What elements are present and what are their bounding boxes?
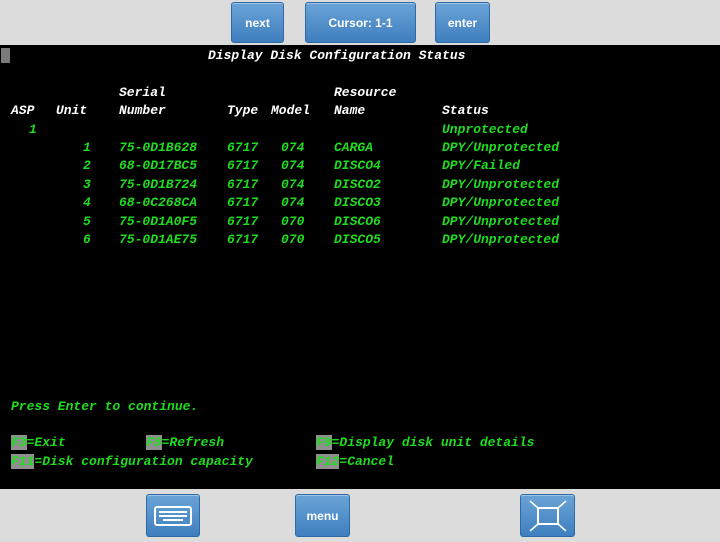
fkey-disk-capacity[interactable]: F11=Disk configuration capacity [11, 454, 253, 470]
fkey-display-details[interactable]: F9=Display disk unit details [316, 435, 534, 451]
row-type: 6717 [227, 195, 259, 210]
next-button[interactable]: next [231, 2, 284, 43]
header-resource-2: Name [334, 103, 366, 118]
row-model: 070 [281, 232, 305, 247]
row-model: 074 [281, 158, 305, 173]
fkey-label: F5 [146, 435, 162, 450]
fkey-label: F9 [316, 435, 332, 450]
row-model: 074 [281, 140, 305, 155]
screen-title: Display Disk Configuration Status [208, 48, 466, 63]
fkey-refresh[interactable]: F5=Refresh [146, 435, 224, 451]
row-model: 070 [281, 214, 305, 229]
header-status: Status [442, 103, 489, 118]
row-status: DPY/Unprotected [442, 232, 560, 247]
header-model: Model [271, 103, 311, 118]
header-asp: ASP [11, 103, 35, 118]
row-unit: 4 [83, 195, 91, 210]
fkey-label: F11 [11, 454, 35, 469]
row-status: DPY/Unprotected [442, 195, 560, 210]
fullscreen-icon [529, 499, 566, 532]
row-serial: 68-0C268CA [119, 195, 198, 210]
enter-button[interactable]: enter [435, 2, 490, 43]
row-unit: 5 [83, 214, 91, 229]
cursor-position-button[interactable]: Cursor: 1-1 [305, 2, 416, 43]
row-resource: DISCO2 [334, 177, 381, 192]
asp-status: Unprotected [442, 122, 528, 137]
fkey-text: =Exit [26, 435, 66, 450]
header-serial-1: Serial [119, 85, 166, 100]
row-status: DPY/Unprotected [442, 140, 560, 155]
row-unit: 6 [83, 232, 91, 247]
row-type: 6717 [227, 214, 259, 229]
row-serial: 75-0D1A0F5 [119, 214, 198, 229]
row-type: 6717 [227, 232, 259, 247]
fkey-text: =Cancel [339, 454, 395, 469]
row-model: 074 [281, 177, 305, 192]
row-status: DPY/Unprotected [442, 214, 560, 229]
row-resource: DISCO6 [334, 214, 381, 229]
asp-value: 1 [29, 122, 37, 137]
row-unit: 1 [83, 140, 91, 155]
row-type: 6717 [227, 177, 259, 192]
row-status: DPY/Failed [442, 158, 521, 173]
row-resource: CARGA [334, 140, 374, 155]
header-unit: Unit [56, 103, 88, 118]
row-model: 074 [281, 195, 305, 210]
continue-message: Press Enter to continue. [11, 399, 199, 414]
keyboard-button[interactable] [146, 494, 200, 537]
row-type: 6717 [227, 140, 259, 155]
row-resource: DISCO3 [334, 195, 381, 210]
fkey-exit[interactable]: F3=Exit [11, 435, 66, 451]
row-resource: DISCO4 [334, 158, 381, 173]
terminal-cursor [1, 48, 10, 63]
header-resource-1: Resource [334, 85, 397, 100]
fkey-text: =Refresh [161, 435, 225, 450]
header-type: Type [227, 103, 259, 118]
row-unit: 3 [83, 177, 91, 192]
row-unit: 2 [83, 158, 91, 173]
row-serial: 75-0D1AE75 [119, 232, 198, 247]
row-type: 6717 [227, 158, 259, 173]
header-serial-2: Number [119, 103, 166, 118]
fkey-text: =Disk configuration capacity [34, 454, 253, 469]
menu-button[interactable]: menu [295, 494, 350, 537]
row-status: DPY/Unprotected [442, 177, 560, 192]
row-serial: 75-0D1B724 [119, 177, 198, 192]
row-serial: 68-0D17BC5 [119, 158, 198, 173]
fkey-label: F12 [316, 454, 340, 469]
fkey-text: =Display disk unit details [331, 435, 535, 450]
row-serial: 75-0D1B628 [119, 140, 198, 155]
top-toolbar: next Cursor: 1-1 enter [0, 0, 720, 44]
bottom-toolbar [0, 489, 720, 542]
fullscreen-button[interactable] [520, 494, 575, 537]
fkey-label: F3 [11, 435, 27, 450]
row-resource: DISCO5 [334, 232, 381, 247]
fkey-cancel[interactable]: F12=Cancel [316, 454, 394, 470]
keyboard-icon [154, 505, 192, 526]
